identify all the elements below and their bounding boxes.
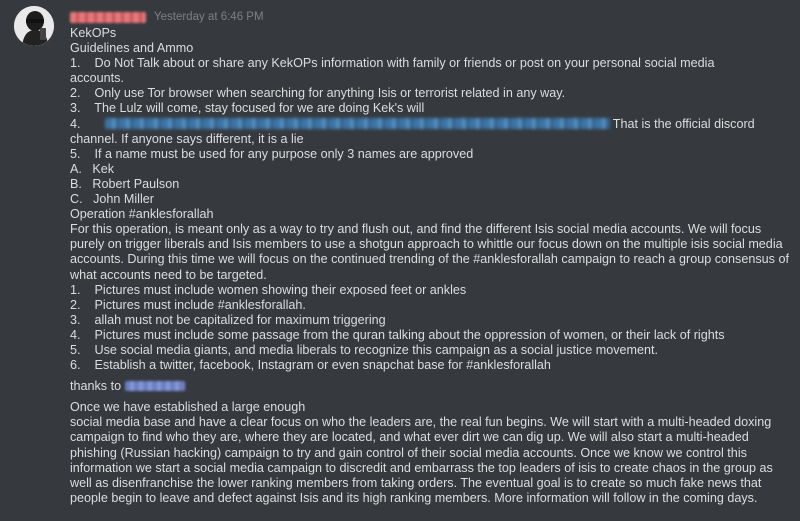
message-line: B. Robert Paulson	[70, 176, 180, 191]
message-line: 2. Only use Tor browser when searching f…	[70, 86, 566, 101]
message-timestamp: Yesterday at 6:46 PM	[154, 11, 264, 23]
message-line: 3. allah must not be capitalized for max…	[70, 312, 386, 327]
message-line: 1. Pictures must include women showing t…	[70, 282, 467, 297]
message-paragraph: For this operation, is meant only as a w…	[70, 222, 789, 282]
message-line: channel. If anyone says different, it is…	[70, 131, 304, 146]
redacted-mention[interactable]	[124, 381, 185, 392]
message-line: Once we have established a large enough	[70, 400, 306, 415]
message-line: accounts.	[70, 71, 124, 86]
redacted-discord-link[interactable]	[104, 117, 610, 129]
message-line: 2. Pictures must include #anklesforallah…	[70, 297, 306, 312]
message-line: 4. That is the official discord	[70, 117, 792, 132]
list-number: 4.	[70, 116, 81, 131]
message-line: KekOPs	[70, 26, 117, 40]
message-line-tail: That is the official discord	[612, 116, 755, 131]
message-line: A. Kek	[70, 161, 115, 176]
message-header: user Yesterday at 6:46 PM	[70, 9, 264, 25]
username-redacted[interactable]: user	[70, 11, 146, 23]
message-line: 5. Use social media giants, and media li…	[70, 342, 658, 357]
message-line: 5. If a name must be used for any purpos…	[70, 146, 474, 161]
avatar-image	[14, 6, 54, 46]
message-line: 1. Do Not Talk about or share any KekOPs…	[70, 56, 715, 71]
message-line: 6. Establish a twitter, facebook, Instag…	[70, 358, 551, 373]
message-content: KekOPs Guidelines and Ammo 1. Do Not Tal…	[70, 26, 792, 506]
message-line: thanks to	[70, 379, 792, 394]
message-line: C. John Miller	[70, 192, 154, 207]
message-line: 4. Pictures must include some passage fr…	[70, 327, 725, 342]
message-paragraph: social media base and have a clear focus…	[70, 415, 773, 505]
message-line: 3. The Lulz will come, stay focused for …	[70, 101, 425, 116]
avatar[interactable]	[14, 6, 54, 46]
message-line: Guidelines and Ammo	[70, 41, 194, 56]
message-line: Operation #anklesforallah	[70, 207, 214, 222]
thanks-text: thanks to	[70, 379, 122, 394]
